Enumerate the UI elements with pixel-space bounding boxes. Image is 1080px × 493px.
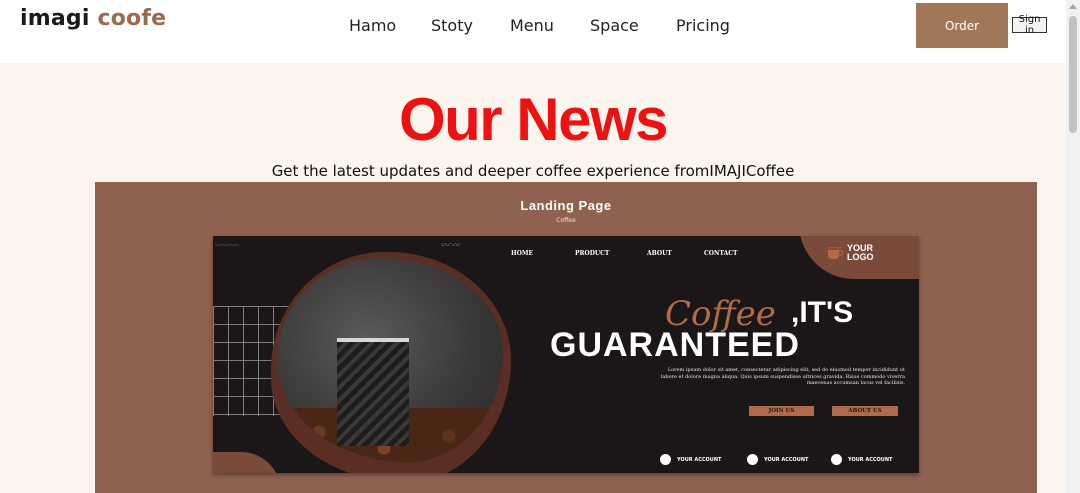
site-header: imagi coofe Hamo Stoty Menu Space Pricin… [0,0,1066,63]
mock-nav-home: HOME [511,250,534,257]
nav-item-space[interactable]: Space [590,16,639,35]
scroll-up-arrow-icon[interactable] [1069,4,1077,9]
instagram-icon [831,454,842,465]
card-subtitle: Coffee [556,217,576,224]
twitter-icon [660,454,671,465]
news-section: Our News Get the latest updates and deep… [0,63,1066,493]
nav-item-pricing[interactable]: Pricing [676,16,730,35]
mock-logo-line2: LOGO [847,252,874,262]
mock-social-label: YOUR ACCOUNT [677,456,722,463]
decor-blob-bottom-left [213,452,281,473]
mock-join-button: JOIN US [749,406,814,416]
nav-item-stoty[interactable]: Stoty [431,16,473,35]
mock-social-label: YOUR ACCOUNT [764,456,809,463]
mock-social-twitter: YOUR ACCOUNT [660,454,721,465]
headline-its: ,IT'S [791,296,854,329]
mock-nav-product: PRODUCT [575,250,610,257]
page-scrollbar[interactable] [1066,0,1080,493]
mock-social-instagram: YOUR ACCOUNT [831,454,892,465]
coffee-cup [337,338,409,446]
mock-body-text: Lorem ipsum dolor sit amet, consectetur … [660,367,905,386]
mock-social-label: YOUR ACCOUNT [848,456,893,463]
coffee-cup-icon [827,247,843,259]
headline-guaranteed: GUARANTEED [550,326,800,364]
order-button[interactable]: Order [916,3,1008,48]
nav-item-hamo[interactable]: Hamo [349,16,396,35]
mock-social-facebook: YOUR ACCOUNT [747,454,808,465]
nav-item-menu[interactable]: Menu [510,16,554,35]
decor-wave-top-icon: 〰〰 [441,241,462,251]
page-subtitle: Get the latest updates and deeper coffee… [271,162,795,180]
coffee-cup-photo [277,258,503,462]
facebook-icon [747,454,758,465]
page-title: Our News [398,86,669,153]
landing-page-mockup-image: 〰〰〰 〰〰 HOME PRODUCT ABOUT CONTACT YOUR L… [213,236,919,473]
main-nav: Hamo Stoty Menu Space Pricing [0,16,1066,36]
card-title: Landing Page [520,198,612,213]
signin-button[interactable]: Sign in [1012,14,1047,36]
mock-about-button: ABOUT US [832,406,898,416]
mock-logo-text: YOUR LOGO [847,244,874,262]
scrollbar-thumb[interactable] [1069,16,1077,133]
mock-nav-about: ABOUT [647,250,672,257]
mock-nav-contact: CONTACT [704,250,738,257]
news-card[interactable]: Landing Page Coffee 〰〰〰 〰〰 HOME PRODUCT … [95,182,1037,493]
decor-wave-icon: 〰〰〰 [215,241,239,250]
